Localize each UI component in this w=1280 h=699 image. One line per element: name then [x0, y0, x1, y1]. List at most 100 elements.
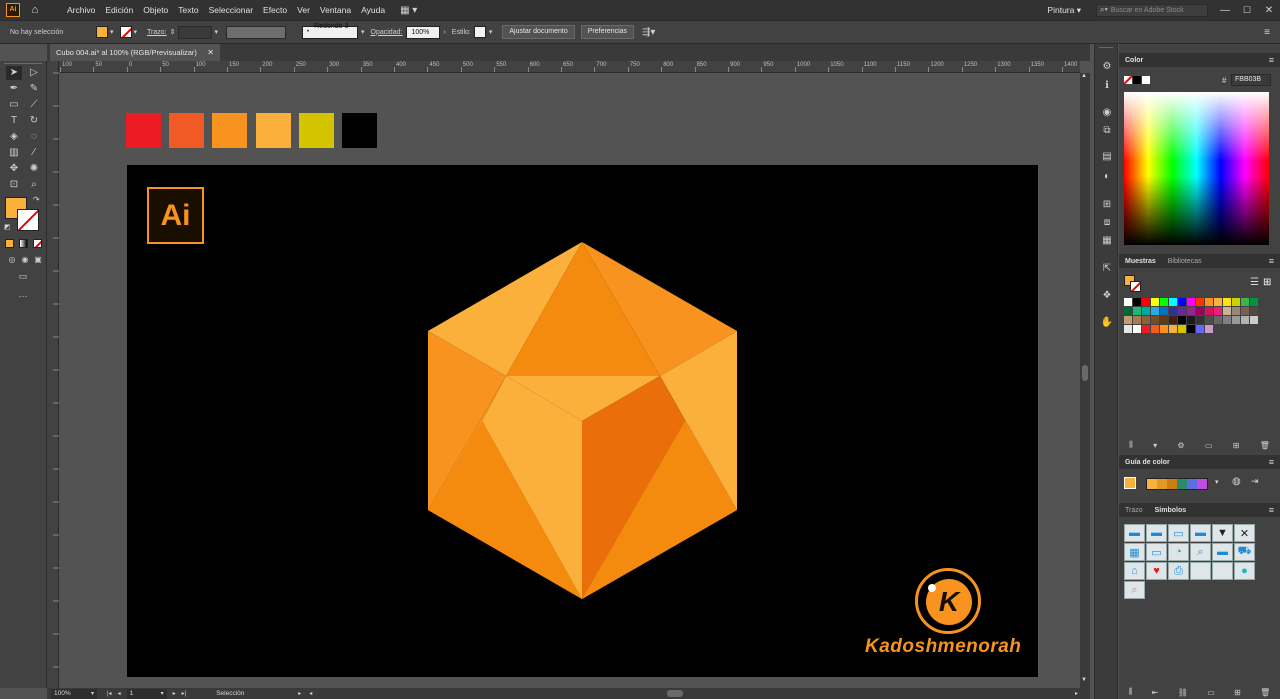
symbol-printer-icon[interactable]: ⎙	[1168, 562, 1189, 580]
rotate-tool-icon[interactable]: ↻	[26, 114, 42, 128]
brush-definition[interactable]: • Redondo 3 ...	[302, 23, 358, 41]
swatch-cell[interactable]	[1124, 316, 1132, 324]
arrange-icon[interactable]: ⇶▾	[642, 27, 655, 38]
panel-menu-icon[interactable]: ≡	[1264, 27, 1270, 38]
appearance-panel-icon[interactable]: ◉	[1099, 106, 1115, 120]
symbol-window-icon[interactable]: ▭	[1146, 543, 1167, 561]
swatch-cell[interactable]	[1187, 325, 1195, 333]
swatch-cell[interactable]	[1223, 307, 1231, 315]
menu-ver[interactable]: Ver	[292, 5, 315, 15]
layers-export-icon[interactable]: ▦	[1099, 234, 1115, 248]
swatch-cell[interactable]	[1214, 298, 1222, 306]
toolbar-grip[interactable]	[4, 63, 42, 65]
pathfinder-panel-icon[interactable]: ⧈	[1099, 216, 1115, 230]
swatch-cell[interactable]	[1160, 316, 1168, 324]
swatch-cell[interactable]	[1241, 316, 1249, 324]
swatches-menu-icon[interactable]: ≡	[1269, 256, 1274, 266]
symbol-options-icon[interactable]: ▭	[1207, 688, 1215, 697]
swatch-cell[interactable]	[1142, 316, 1150, 324]
symbol-zoom-icon[interactable]: ⌕	[1124, 581, 1145, 599]
symbol-bar-icon[interactable]: ▬	[1212, 543, 1233, 561]
draw-inside-icon[interactable]: ▣	[30, 253, 46, 267]
swatch-cell[interactable]	[1124, 298, 1132, 306]
ai-app-icon[interactable]: Ai	[6, 3, 20, 17]
swatch-cell[interactable]	[1232, 316, 1240, 324]
paintbrush-tool-icon[interactable]: ⟋	[26, 98, 42, 112]
palette-chip-orange[interactable]	[212, 113, 247, 148]
libraries-tab[interactable]: Bibliotecas	[1162, 258, 1208, 265]
guide-swatch[interactable]	[1147, 479, 1157, 489]
stroke-stepper[interactable]: ⇕	[170, 28, 176, 36]
swatch-cell[interactable]	[1178, 316, 1186, 324]
swatches-stroke-box[interactable]	[1130, 281, 1141, 292]
home-icon[interactable]: ⌂	[26, 4, 44, 16]
artboard-number-field[interactable]: 1 ▾	[126, 688, 167, 699]
palette-chip-olive[interactable]	[299, 113, 334, 148]
last-artboard-icon[interactable]: ▸|	[182, 690, 187, 697]
palette-chip-light-orange[interactable]	[256, 113, 291, 148]
stroke-dropdown[interactable]: ▾	[134, 28, 138, 36]
layers-panel-icon[interactable]: ❖	[1099, 289, 1115, 303]
stroke-color-box[interactable]	[17, 209, 39, 231]
color-panel-menu-icon[interactable]: ≡	[1269, 55, 1274, 65]
horizontal-ruler[interactable]: 100 50 0 50 100 150 200 250 300 350 400 450 500 550 60…	[60, 61, 1080, 73]
close-tab-icon[interactable]: ✕	[207, 44, 214, 61]
swatch-cell[interactable]	[1124, 325, 1132, 333]
place-symbol-icon[interactable]: ⇤	[1152, 688, 1159, 697]
opacity-field[interactable]: 100%	[406, 25, 441, 39]
swatch-cell[interactable]	[1133, 325, 1141, 333]
color-guide-base[interactable]	[1124, 477, 1136, 489]
menu-ayuda[interactable]: Ayuda	[356, 5, 390, 15]
symbol-cart-icon[interactable]: ⛟	[1234, 543, 1255, 561]
swatch-cell[interactable]	[1205, 325, 1213, 333]
swatch-cell[interactable]	[1232, 307, 1240, 315]
symbol-banner-1[interactable]: ▬	[1124, 524, 1145, 542]
symbols-panel-tab[interactable]: Símbolos	[1149, 507, 1193, 514]
color-guide-menu-icon[interactable]: ≡	[1269, 457, 1274, 467]
swatch-libraries-icon[interactable]: ⫼	[1129, 440, 1133, 450]
workspace-switcher[interactable]: Pintura ▾	[1042, 5, 1086, 16]
swatch-cell[interactable]	[1169, 298, 1177, 306]
swatch-cell[interactable]	[1142, 325, 1150, 333]
menu-texto[interactable]: Texto	[173, 5, 203, 15]
swatch-cell[interactable]	[1133, 307, 1141, 315]
menu-archivo[interactable]: Archivo	[62, 5, 100, 15]
preferences-button[interactable]: Preferencias	[580, 25, 635, 39]
close-window-button[interactable]: ✕	[1258, 5, 1280, 16]
swatch-cell[interactable]	[1187, 307, 1195, 315]
palette-chip-black[interactable]	[342, 113, 377, 148]
first-artboard-icon[interactable]: |◂	[107, 690, 112, 697]
symbol-libraries-icon[interactable]: ⫼	[1129, 687, 1133, 697]
symbol-rss-icon[interactable]: ◔	[1168, 543, 1189, 561]
symbols-menu-icon[interactable]: ≡	[1269, 505, 1274, 515]
info-panel-icon[interactable]: ℹ	[1099, 79, 1115, 93]
swatch-cell[interactable]	[1223, 298, 1231, 306]
swatch-cell[interactable]	[1133, 298, 1141, 306]
curvature-tool-icon[interactable]: ✎	[26, 82, 42, 96]
direct-selection-tool-icon[interactable]: ▷	[26, 66, 42, 80]
transform-panel-icon[interactable]: ⧉	[1099, 124, 1115, 138]
prev-artboard-icon[interactable]: ◂	[118, 690, 121, 697]
scroll-right-arrow[interactable]: ▸	[1075, 690, 1078, 697]
screen-mode-icon[interactable]: ▭	[15, 269, 31, 283]
color-mode-icon[interactable]	[5, 239, 14, 248]
swatch-cell[interactable]	[1178, 325, 1186, 333]
swatch-options-icon[interactable]: ⚙	[1177, 441, 1184, 450]
swatch-cell[interactable]	[1169, 307, 1177, 315]
edit-toolbar-icon[interactable]: ···	[15, 289, 31, 303]
status-menu-arrow[interactable]: ▸	[298, 690, 301, 697]
vertical-scroll-thumb[interactable]	[1082, 365, 1088, 381]
gradient-tool-icon[interactable]: ▥	[6, 146, 22, 160]
swatch-cell[interactable]	[1160, 307, 1168, 315]
swatch-cell[interactable]	[1169, 316, 1177, 324]
symbol-home-icon[interactable]: ⌂	[1124, 562, 1145, 580]
scroll-left-arrow[interactable]: ◂	[309, 690, 312, 697]
document-tab[interactable]: Cubo 004.ai* al 100% (RGB/Previsualizar)…	[50, 44, 220, 61]
maximize-button[interactable]: ☐	[1236, 5, 1258, 16]
stroke-weight-field[interactable]	[178, 25, 213, 39]
symbol-banner-4[interactable]: ▬	[1190, 524, 1211, 542]
graphic-style-swatch[interactable]	[473, 26, 486, 38]
strip-grip[interactable]	[1099, 47, 1113, 48]
variable-width-profile[interactable]	[226, 25, 286, 39]
swatch-cell[interactable]	[1187, 316, 1195, 324]
